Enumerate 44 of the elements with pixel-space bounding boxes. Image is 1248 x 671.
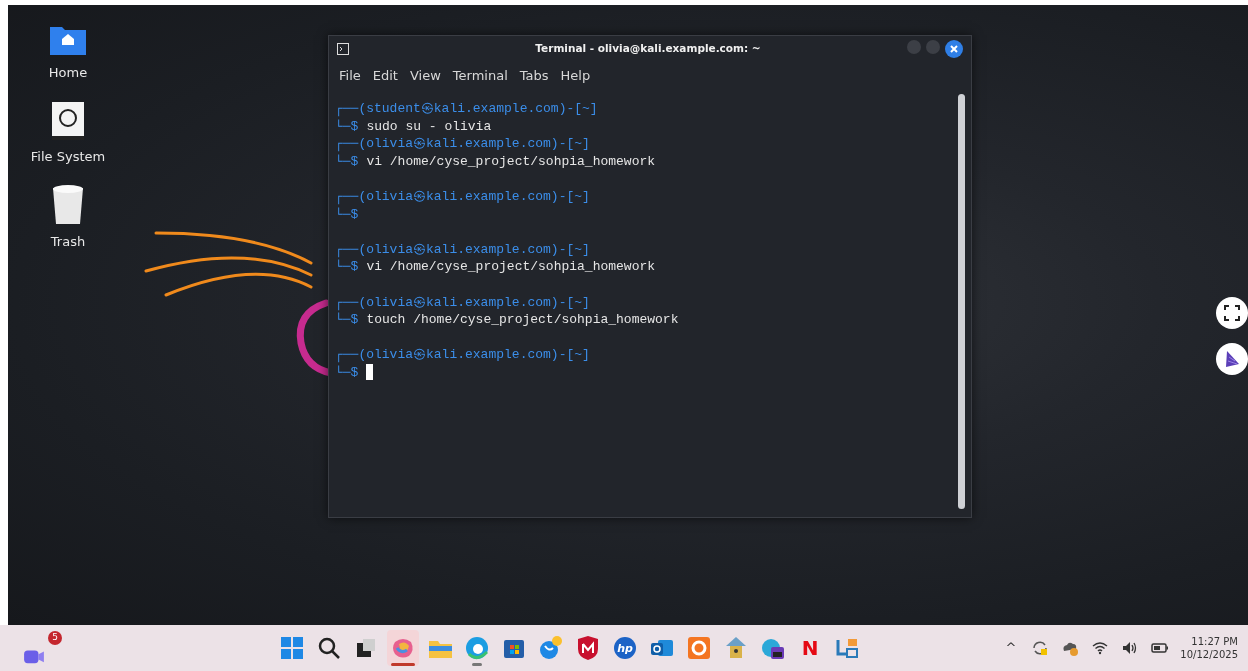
menu-item[interactable]: Help bbox=[554, 66, 597, 86]
icon-label[interactable]: File System bbox=[30, 146, 106, 166]
windows-icon bbox=[278, 634, 306, 662]
close-button[interactable] bbox=[945, 40, 963, 58]
menu-item[interactable]: Terminal bbox=[446, 66, 514, 86]
menu-item[interactable]: File bbox=[333, 66, 367, 86]
prompt-line: ┌──(olivia㉿kali.example.com)-[~] bbox=[335, 187, 591, 206]
prompt-symbol: └─$ bbox=[335, 152, 359, 171]
command-text: touch /home/cyse_project/sohpia_homework bbox=[366, 311, 679, 329]
prompt-symbol: └─$ bbox=[335, 258, 359, 276]
drive-icon[interactable] bbox=[51, 100, 85, 141]
menu-item[interactable]: Tabs bbox=[513, 66, 555, 86]
icon-label[interactable]: Home bbox=[48, 63, 88, 83]
browser-icon bbox=[463, 634, 491, 662]
prompt-line: ┌──(student㉿kali.example.com)-[~] bbox=[335, 100, 599, 118]
terminal-icon bbox=[337, 43, 349, 55]
prompt-line: ┌──(olivia㉿kali.example.com)-[~] bbox=[335, 240, 591, 259]
command-text: vi /home/cyse_project/sohpia_homework bbox=[366, 258, 656, 276]
command-text: vi /home/cyse_project/sohpia_homework bbox=[366, 152, 656, 171]
prompt-line: ┌──(olivia㉿kali.example.com)-[~] bbox=[335, 135, 591, 153]
ring-icon bbox=[685, 634, 713, 662]
trash-icon[interactable] bbox=[51, 184, 85, 226]
notification-badge: 5 bbox=[48, 631, 62, 645]
clock-date[interactable]: 10/12/2025 bbox=[1180, 648, 1238, 661]
globe-icon bbox=[537, 634, 565, 662]
fullscreen-icon bbox=[1223, 304, 1241, 322]
menu-item[interactable]: View bbox=[403, 66, 447, 86]
prompt-symbol: └─$ bbox=[335, 363, 359, 382]
clock-time[interactable]: 11:27 PM bbox=[1191, 635, 1238, 648]
prompt-line: ┌──(olivia㉿kali.example.com)-[~] bbox=[335, 293, 591, 312]
menu-item[interactable]: Edit bbox=[366, 66, 404, 86]
command-text: sudo su - olivia bbox=[366, 117, 492, 136]
prompt-symbol: └─$ bbox=[335, 117, 359, 136]
icon-label[interactable]: Trash bbox=[50, 232, 86, 252]
prompt-symbol: └─$ bbox=[335, 205, 359, 224]
swirl-button[interactable] bbox=[387, 630, 419, 666]
show-hidden-icons-button[interactable]: ^ bbox=[1001, 638, 1021, 658]
logo-button[interactable]: N bbox=[794, 630, 826, 666]
prompt-symbol: └─$ bbox=[335, 311, 359, 329]
window-title: Terminal - olivia@kali.example.com: ~ bbox=[534, 41, 762, 57]
fullscreen-button[interactable] bbox=[1216, 297, 1248, 329]
cone-button[interactable] bbox=[1216, 343, 1248, 375]
scrollbar-thumb[interactable] bbox=[958, 94, 965, 509]
prompt-line: ┌──(olivia㉿kali.example.com)-[~] bbox=[335, 346, 591, 364]
